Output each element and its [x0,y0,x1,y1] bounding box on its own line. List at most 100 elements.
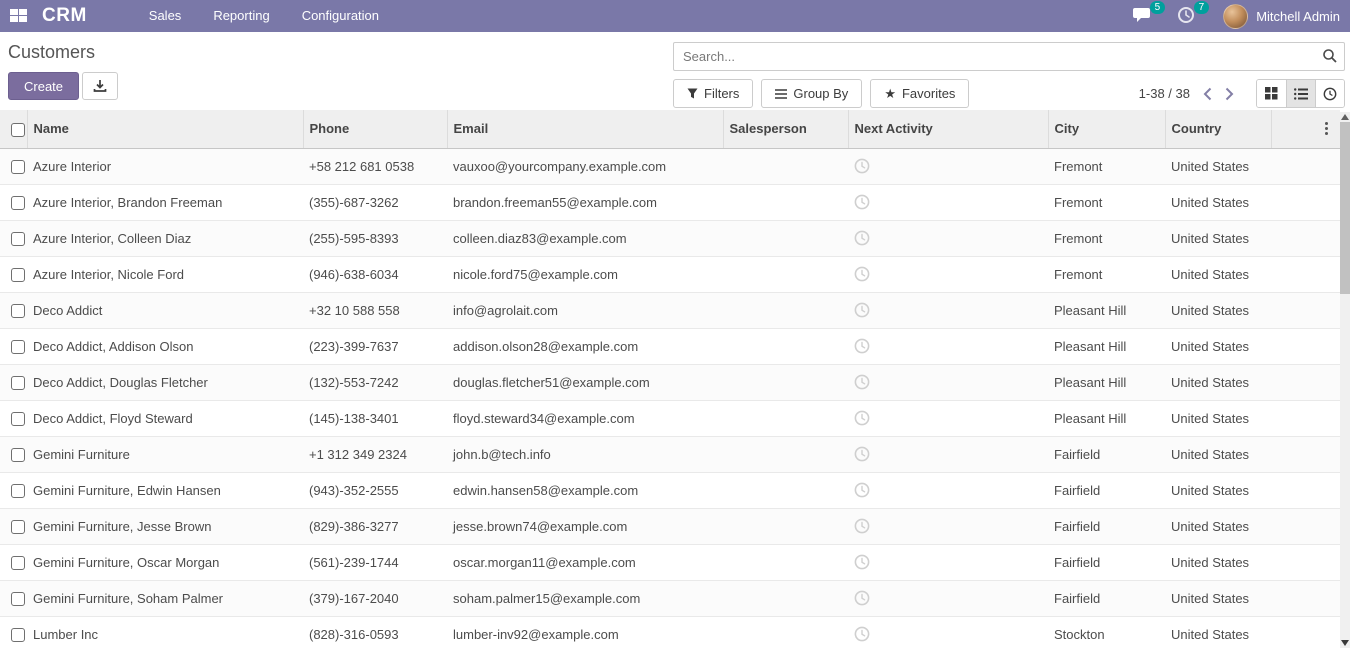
cell-email[interactable]: oscar.morgan11@example.com [447,544,723,580]
cell-country[interactable]: United States [1165,148,1271,184]
cell-next-activity[interactable] [848,364,1048,400]
cell-salesperson[interactable] [723,544,848,580]
filters-button[interactable]: Filters [673,79,753,108]
cell-name[interactable]: Azure Interior, Brandon Freeman [27,184,303,220]
cell-next-activity[interactable] [848,580,1048,616]
next-activity-clock-icon[interactable] [854,266,870,282]
cell-phone[interactable]: +32 10 588 558 [303,292,447,328]
cell-name[interactable]: Gemini Furniture, Soham Palmer [27,580,303,616]
cell-salesperson[interactable] [723,400,848,436]
cell-salesperson[interactable] [723,220,848,256]
next-activity-clock-icon[interactable] [854,194,870,210]
row-checkbox[interactable] [11,412,25,426]
next-activity-clock-icon[interactable] [854,158,870,174]
cell-phone[interactable]: (379)-167-2040 [303,580,447,616]
row-checkbox[interactable] [11,376,25,390]
cell-city[interactable]: Fremont [1048,220,1165,256]
cell-city[interactable]: Stockton [1048,616,1165,648]
apps-menu-icon[interactable] [10,9,27,23]
user-menu[interactable]: Mitchell Admin [1223,4,1340,29]
cell-next-activity[interactable] [848,436,1048,472]
cell-country[interactable]: United States [1165,220,1271,256]
row-checkbox[interactable] [11,160,25,174]
scrollbar-up-arrow-icon[interactable] [1341,114,1349,120]
cell-email[interactable]: addison.olson28@example.com [447,328,723,364]
cell-phone[interactable]: (223)-399-7637 [303,328,447,364]
next-activity-clock-icon[interactable] [854,482,870,498]
cell-next-activity[interactable] [848,256,1048,292]
cell-salesperson[interactable] [723,292,848,328]
cell-name[interactable]: Gemini Furniture, Edwin Hansen [27,472,303,508]
cell-next-activity[interactable] [848,400,1048,436]
column-header-phone[interactable]: Phone [303,110,447,148]
cell-salesperson[interactable] [723,184,848,220]
cell-city[interactable]: Fairfield [1048,508,1165,544]
next-activity-clock-icon[interactable] [854,338,870,354]
cell-next-activity[interactable] [848,508,1048,544]
cell-next-activity[interactable] [848,544,1048,580]
table-row[interactable]: Lumber Inc (828)-316-0593 lumber-inv92@e… [0,616,1340,648]
list-view-button[interactable] [1286,80,1315,107]
cell-name[interactable]: Lumber Inc [27,616,303,648]
cell-email[interactable]: lumber-inv92@example.com [447,616,723,648]
cell-email[interactable]: jesse.brown74@example.com [447,508,723,544]
cell-salesperson[interactable] [723,580,848,616]
next-activity-clock-icon[interactable] [854,626,870,642]
cell-phone[interactable]: (943)-352-2555 [303,472,447,508]
table-row[interactable]: Azure Interior, Colleen Diaz (255)-595-8… [0,220,1340,256]
cell-salesperson[interactable] [723,436,848,472]
table-row[interactable]: Deco Addict, Addison Olson (223)-399-763… [0,328,1340,364]
cell-next-activity[interactable] [848,220,1048,256]
cell-email[interactable]: brandon.freeman55@example.com [447,184,723,220]
messages-button[interactable]: 5 [1133,6,1153,26]
row-checkbox[interactable] [11,556,25,570]
table-row[interactable]: Gemini Furniture, Edwin Hansen (943)-352… [0,472,1340,508]
cell-phone[interactable]: (145)-138-3401 [303,400,447,436]
cell-phone[interactable]: (829)-386-3277 [303,508,447,544]
cell-phone[interactable]: (355)-687-3262 [303,184,447,220]
cell-email[interactable]: colleen.diaz83@example.com [447,220,723,256]
cell-city[interactable]: Pleasant Hill [1048,328,1165,364]
cell-phone[interactable]: (255)-595-8393 [303,220,447,256]
table-row[interactable]: Gemini Furniture, Soham Palmer (379)-167… [0,580,1340,616]
row-checkbox[interactable] [11,484,25,498]
activity-view-button[interactable] [1315,80,1344,107]
menu-sales[interactable]: Sales [135,0,196,32]
cell-city[interactable]: Pleasant Hill [1048,400,1165,436]
cell-next-activity[interactable] [848,472,1048,508]
cell-country[interactable]: United States [1165,472,1271,508]
export-button[interactable] [82,72,118,100]
cell-name[interactable]: Gemini Furniture [27,436,303,472]
cell-phone[interactable]: +58 212 681 0538 [303,148,447,184]
cell-city[interactable]: Fairfield [1048,580,1165,616]
cell-phone[interactable]: +1 312 349 2324 [303,436,447,472]
table-row[interactable]: Deco Addict, Floyd Steward (145)-138-340… [0,400,1340,436]
row-checkbox[interactable] [11,196,25,210]
cell-phone[interactable]: (828)-316-0593 [303,616,447,648]
cell-next-activity[interactable] [848,148,1048,184]
next-activity-clock-icon[interactable] [854,410,870,426]
row-checkbox[interactable] [11,520,25,534]
cell-email[interactable]: nicole.ford75@example.com [447,256,723,292]
scrollbar-down-arrow-icon[interactable] [1341,640,1349,646]
pager-next-icon[interactable] [1225,87,1234,101]
cell-city[interactable]: Fremont [1048,148,1165,184]
cell-email[interactable]: soham.palmer15@example.com [447,580,723,616]
cell-country[interactable]: United States [1165,580,1271,616]
cell-country[interactable]: United States [1165,544,1271,580]
cell-salesperson[interactable] [723,472,848,508]
row-checkbox[interactable] [11,268,25,282]
cell-next-activity[interactable] [848,292,1048,328]
cell-email[interactable]: edwin.hansen58@example.com [447,472,723,508]
cell-country[interactable]: United States [1165,364,1271,400]
cell-name[interactable]: Azure Interior, Nicole Ford [27,256,303,292]
search-input[interactable] [673,42,1345,71]
cell-city[interactable]: Fremont [1048,184,1165,220]
cell-name[interactable]: Deco Addict, Addison Olson [27,328,303,364]
vertical-scrollbar[interactable] [1340,112,1350,648]
select-all-checkbox[interactable] [11,123,25,137]
cell-country[interactable]: United States [1165,400,1271,436]
cell-country[interactable]: United States [1165,292,1271,328]
favorites-button[interactable]: ★ Favorites [870,79,969,108]
cell-name[interactable]: Azure Interior [27,148,303,184]
